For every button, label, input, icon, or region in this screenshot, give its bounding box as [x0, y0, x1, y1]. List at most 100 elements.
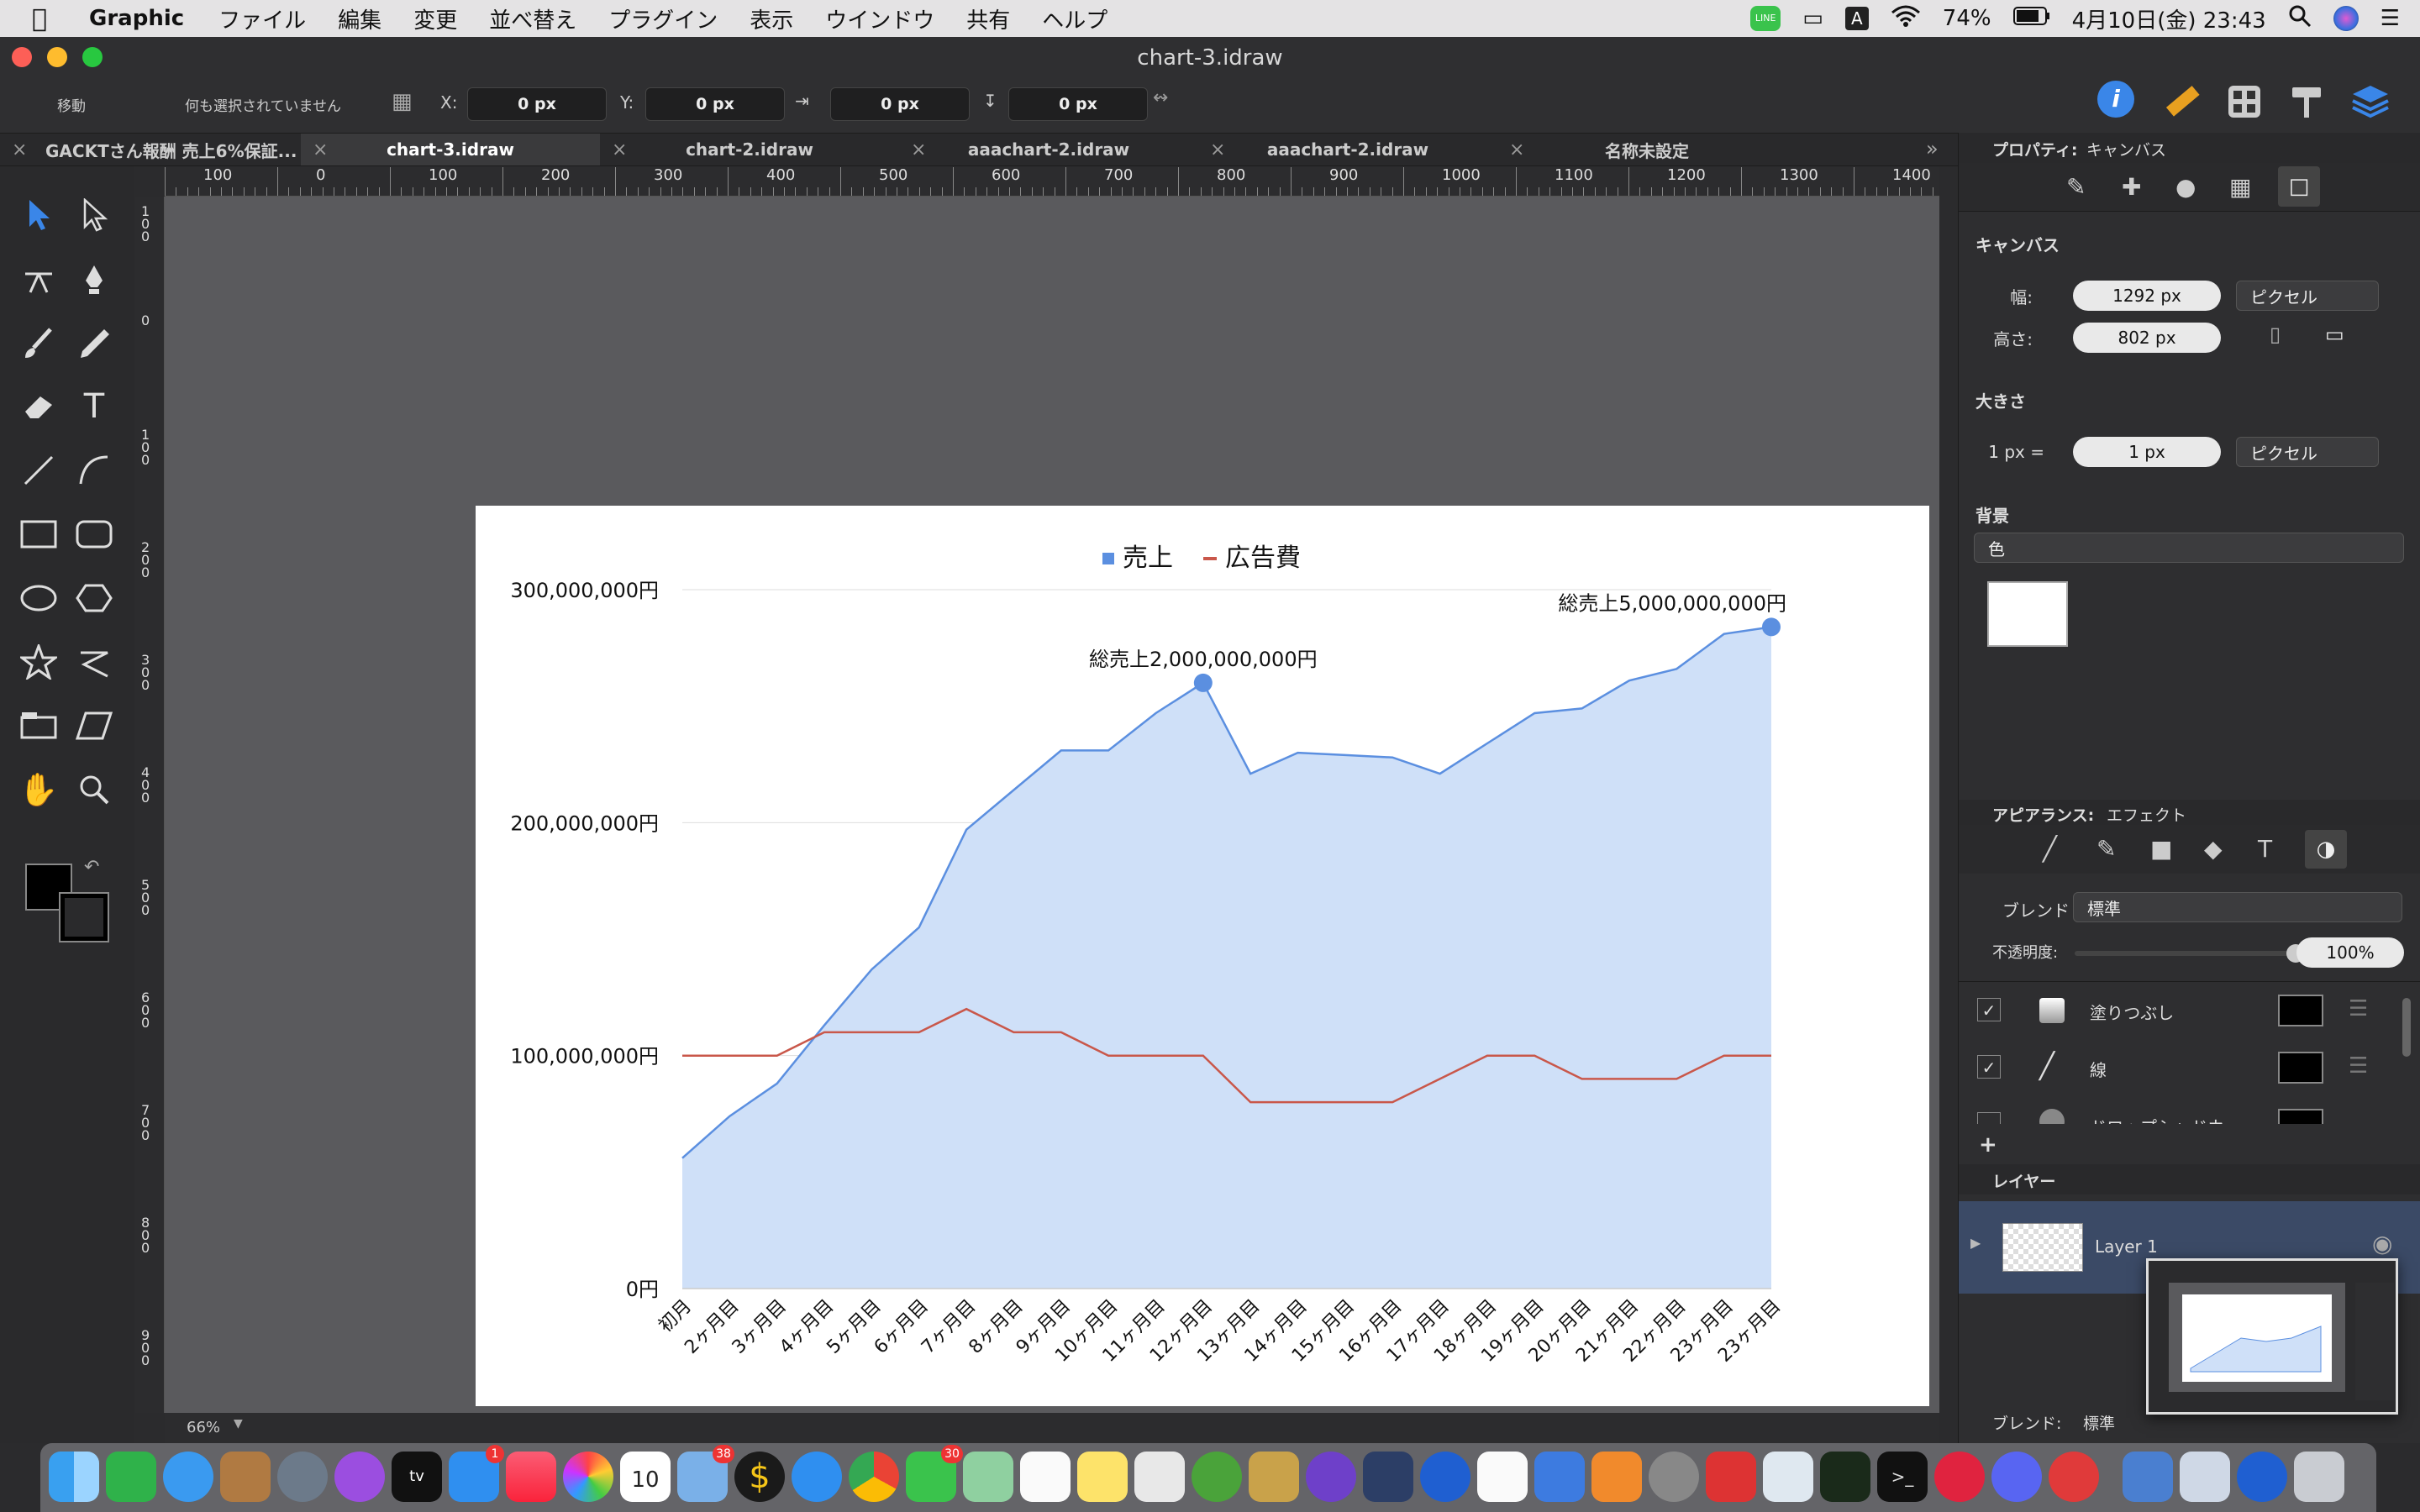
keynote-icon[interactable] — [1534, 1452, 1585, 1502]
direct-selection-tool[interactable] — [71, 192, 118, 239]
onepassword-icon[interactable] — [1420, 1452, 1470, 1502]
menu-view[interactable]: 表示 — [750, 3, 793, 34]
close-tab-icon[interactable]: × — [1509, 139, 1524, 160]
background-mode-select[interactable]: 色 — [1974, 533, 2404, 563]
effect-row[interactable]: ✓ 塗りつぶし ☰ — [1959, 984, 2420, 1040]
zoom-dropdown-icon[interactable]: ▼ — [234, 1417, 243, 1431]
photos-icon[interactable] — [563, 1452, 613, 1502]
effect-checkbox[interactable] — [1977, 1112, 2001, 1124]
pages-icon[interactable] — [1591, 1452, 1642, 1502]
hand-pan-icon[interactable]: ✋ — [15, 766, 62, 813]
battery-icon[interactable] — [2012, 6, 2050, 31]
menu-share[interactable]: 共有 — [966, 3, 1010, 34]
system-preferences-icon[interactable] — [1649, 1452, 1699, 1502]
height-field[interactable]: 0 px — [1008, 87, 1148, 121]
artboard-tool[interactable] — [15, 702, 62, 749]
eraser-tab-icon[interactable]: ◆ — [2204, 835, 2223, 863]
anchor-tab-icon[interactable]: ✚ — [2122, 173, 2141, 201]
opacity-slider-track[interactable] — [2075, 951, 2295, 956]
effects-scrollbar[interactable] — [2402, 998, 2411, 1057]
canvas-height-field[interactable]: 802 px — [2073, 323, 2221, 353]
menu-help[interactable]: ヘルプ — [1042, 3, 1107, 34]
coffee-app-icon[interactable] — [1706, 1452, 1756, 1502]
facetime-icon[interactable] — [106, 1452, 156, 1502]
eye-visibility-icon[interactable]: ◉ — [2372, 1230, 2392, 1257]
menubar-clock[interactable]: 4月10日(金) 23:43 — [2072, 3, 2266, 34]
add-effect-button[interactable]: + — [1979, 1132, 1997, 1158]
line-app-icon[interactable]: 30 — [906, 1445, 963, 1502]
reminders-icon[interactable] — [1020, 1452, 1071, 1502]
music-icon[interactable] — [506, 1452, 556, 1502]
width-unit-select[interactable]: ピクセル — [2236, 281, 2379, 311]
pixel-ratio-unit-select[interactable]: ピクセル — [2236, 437, 2379, 467]
launchpad-icon[interactable] — [277, 1452, 328, 1502]
text-tab-icon[interactable]: T — [2258, 835, 2272, 863]
fill-color-well[interactable] — [2278, 995, 2323, 1026]
tab-aaachart-2-b[interactable]: × aaachart-2.idraw — [1198, 134, 1497, 165]
brush-tab-icon[interactable]: ✎ — [2096, 835, 2116, 863]
input-source-icon[interactable]: A — [1844, 7, 1869, 30]
trash-icon[interactable] — [2294, 1452, 2344, 1502]
apple-icon[interactable]:  — [32, 4, 72, 34]
tab-aaachart-2-a[interactable]: × aaachart-2.idraw — [899, 134, 1198, 165]
spiral-tool[interactable] — [71, 638, 118, 685]
selection-arrow-tool[interactable] — [15, 192, 62, 239]
skew-tool[interactable] — [71, 702, 118, 749]
menu-modify[interactable]: 変更 — [413, 3, 457, 34]
menu-arrange[interactable]: 並べ替え — [489, 3, 576, 34]
preview-app-icon[interactable] — [2123, 1452, 2173, 1502]
line-status-icon[interactable]: LINE — [1750, 6, 1781, 31]
y-position-field[interactable]: 0 px — [645, 87, 785, 121]
zoom-magnifier-icon[interactable] — [71, 766, 118, 813]
layers-icon[interactable] — [2349, 82, 2391, 125]
finder-icon[interactable] — [49, 1452, 99, 1502]
messages-icon[interactable] — [163, 1452, 213, 1502]
tableplus-icon[interactable] — [1134, 1452, 1185, 1502]
notification-center-icon[interactable]: ☰ — [2381, 6, 2400, 31]
stroke-tab-icon[interactable]: ╱ — [2043, 835, 2057, 863]
close-tab-icon[interactable]: × — [911, 139, 926, 160]
speakerdeck-icon[interactable] — [1934, 1452, 1985, 1502]
close-tab-icon[interactable]: × — [612, 139, 627, 160]
layer-name[interactable]: Layer 1 — [2095, 1236, 2158, 1257]
swap-colors-icon[interactable]: ↶ — [84, 857, 99, 878]
chrome-icon[interactable] — [849, 1452, 899, 1502]
drag-handle-icon[interactable]: ☰ — [2349, 1053, 2368, 1079]
spotlight-search-icon[interactable] — [2288, 4, 2312, 34]
apple-tv-icon[interactable]: tv — [392, 1452, 442, 1502]
tab-chart-3[interactable]: × chart-3.idraw — [301, 134, 600, 165]
canvas-area[interactable]: 0円 100,000,000円 200,000,000円 300,000,000円 総売… — [165, 197, 1939, 1413]
polygon-tool[interactable] — [71, 575, 118, 622]
pen-tool[interactable] — [71, 255, 118, 302]
vectorize-icon[interactable] — [1363, 1452, 1413, 1502]
terminal-icon[interactable]: >_ — [1877, 1452, 1928, 1502]
rounded-rectangle-tool[interactable] — [71, 511, 118, 558]
drag-handle-icon[interactable]: ☰ — [2349, 996, 2368, 1021]
activity-monitor-icon[interactable] — [1820, 1452, 1870, 1502]
numbers-icon[interactable] — [1477, 1452, 1528, 1502]
rectangle-tool[interactable] — [15, 511, 62, 558]
alignment-grid-icon[interactable]: ▦ — [392, 89, 413, 114]
canvas-width-field[interactable]: 1292 px — [2073, 281, 2221, 311]
github-icon[interactable] — [1306, 1452, 1356, 1502]
info-icon[interactable]: i — [2097, 81, 2134, 118]
background-color-swatch[interactable] — [1987, 581, 2068, 647]
tab-gackt[interactable]: × GACKTさん報酬 売上6%保証... — [0, 134, 301, 165]
airplay-icon[interactable]: ▭ — [1802, 6, 1823, 31]
discord-icon[interactable] — [1991, 1452, 2042, 1502]
downloads-folder-icon[interactable] — [2237, 1452, 2287, 1502]
fill-stroke-swatch[interactable]: ↶ — [25, 857, 118, 942]
artboard[interactable]: 0円 100,000,000円 200,000,000円 300,000,000円 総売… — [476, 506, 1929, 1406]
close-tab-icon[interactable]: × — [12, 139, 27, 160]
grid-tab-icon[interactable]: ▦ — [2229, 173, 2251, 201]
maps-icon[interactable] — [963, 1452, 1013, 1502]
shadow-color-well[interactable] — [2278, 1109, 2323, 1124]
shapes-tab-icon[interactable]: ● — [2175, 173, 2196, 201]
constrain-proportions-icon[interactable]: ↭ — [1153, 87, 1168, 108]
effect-row[interactable]: ドロップシャドウ — [1959, 1099, 2420, 1124]
wifi-icon[interactable] — [1891, 4, 1921, 34]
transmit-icon[interactable] — [1249, 1452, 1299, 1502]
arc-tool[interactable] — [71, 447, 118, 494]
blend-mode-select[interactable]: 標準 — [2073, 892, 2402, 922]
window-preview-thumbnail[interactable] — [2146, 1258, 2398, 1415]
